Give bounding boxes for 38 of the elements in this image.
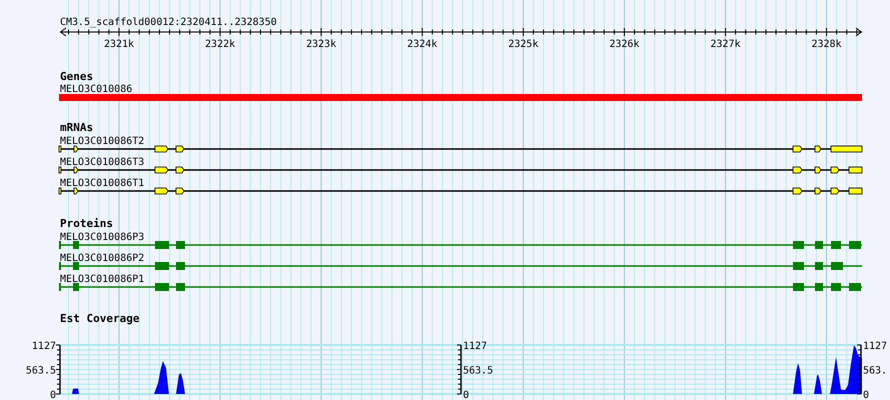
y-axis [456,344,462,394]
track-title: Est Coverage [60,312,140,325]
y-axis [856,344,862,394]
transcript-glyph[interactable] [58,188,862,194]
axis-label: 1127 [32,341,56,352]
axis-label: 0 [463,390,470,400]
feature-label: MELO3C010086T3 [60,157,144,168]
track-title: Genes [60,70,94,83]
tick-label: 2326k [609,39,640,50]
axis-label: 1127 [463,341,488,352]
transcript-glyph[interactable] [58,146,862,152]
axis-label: 563.5 [26,366,56,376]
axis-label: 563.5 [463,366,494,376]
axis-label: 1127 [863,341,888,352]
y-axis [56,344,61,394]
protein-glyph[interactable] [59,283,862,291]
tick-label: 2322k [205,39,236,50]
axis-label: 563. [863,366,888,376]
transcript-glyph[interactable] [58,166,862,174]
tick-label: 2321k [104,39,134,50]
feature-label: MELO3C010086T2 [60,136,144,147]
feature-label: MELO3C010086P1 [60,274,144,285]
axis-label: 0 [50,390,56,400]
tick-label: 2325k [508,39,538,50]
tick-label: 2327k [710,39,740,50]
tick-label: 2328k [811,39,842,50]
track-title: Proteins [60,217,113,230]
protein-glyph[interactable] [59,262,862,270]
tick-label: 2323k [306,39,336,50]
feature-label: MELO3C010086T1 [60,178,144,189]
protein-glyph[interactable] [59,241,862,249]
feature-label: MELO3C010086 [60,84,132,95]
region-title: CM3.5_scaffold00012:2320411..2328350 [60,17,277,28]
track-title: mRNAs [60,121,94,134]
feature-label: MELO3C010086P3 [60,232,144,243]
feature-label: MELO3C010086P2 [60,253,144,264]
axis-label: 0 [863,390,870,400]
tick-label: 2324k [407,39,438,50]
